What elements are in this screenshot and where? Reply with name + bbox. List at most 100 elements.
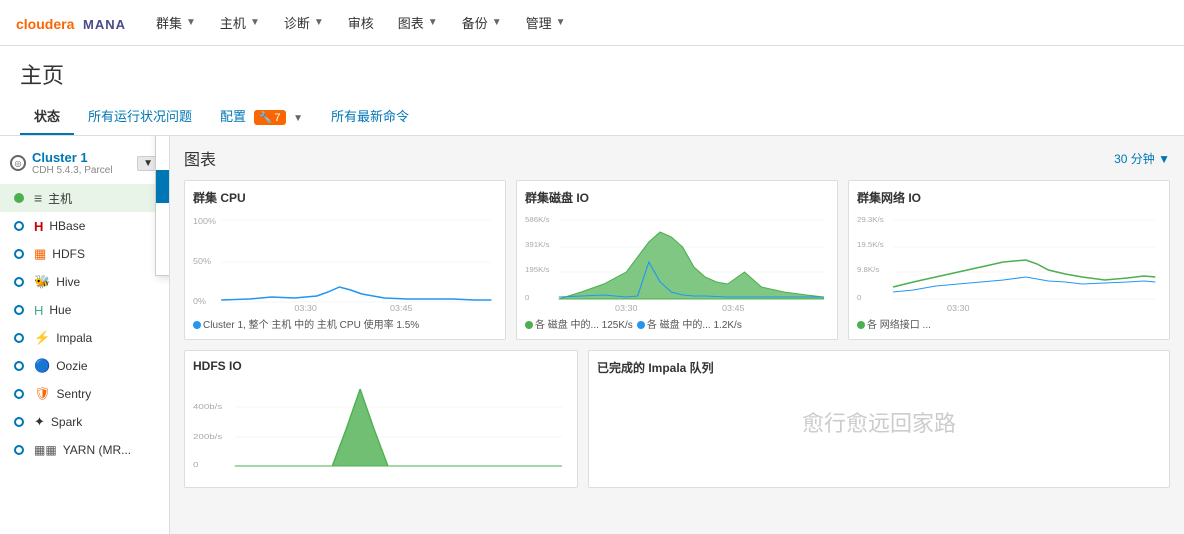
sidebar-item-spark[interactable]: ✦ Spark <box>0 408 169 436</box>
hdfs-status-icon <box>10 245 28 263</box>
sidebar: ◎ Cluster 1 CDH 5.4.3, Parcel ▼ ≡ 主机 H H… <box>0 136 170 534</box>
tabs-bar: 状态 所有运行状况问题 配置 🔧 7 ▼ 所有最新命令 <box>20 98 1164 135</box>
spark-icon: ✦ <box>34 414 45 430</box>
chart-disk-svg: 586K/s 391K/s 195K/s 0 03:30 03:45 <box>525 212 829 312</box>
svg-text:586K/s: 586K/s <box>525 215 550 223</box>
config-badge: 🔧 7 <box>254 110 286 125</box>
tab-commands[interactable]: 所有最新命令 <box>317 98 423 135</box>
sidebar-item-sentry[interactable]: 🛡 Sentry <box>0 380 169 408</box>
nav-backup[interactable]: 备份 ▼ <box>452 0 512 46</box>
impala-status-icon <box>10 329 28 347</box>
chart-hdfs-title: HDFS IO <box>193 359 569 373</box>
sentry-icon: 🛡 <box>34 386 51 402</box>
cluster-header: ◎ Cluster 1 CDH 5.4.3, Parcel ▼ <box>0 146 169 180</box>
sidebar-item-hue[interactable]: H Hue <box>0 296 169 324</box>
nav-hosts-caret: ▼ <box>250 17 260 28</box>
svg-text:03:45: 03:45 <box>390 303 413 312</box>
oozie-icon: 🔵 <box>34 358 50 374</box>
chart-cpu-svg: 100% 50% 0% 03:30 03:45 <box>193 212 497 312</box>
chart-network-legend: 各 网络接口 ... <box>857 316 1161 331</box>
sidebar-item-yarn[interactable]: ▦▦ YARN (MR... <box>0 436 169 464</box>
chart-impala-title: 已完成的 Impala 队列 <box>597 359 1161 376</box>
nav-cluster-caret: ▼ <box>186 17 196 28</box>
charts-row-1: 群集 CPU 100% 50% 0% 03:30 03:45 <box>184 180 1170 340</box>
svg-text:100%: 100% <box>193 216 216 225</box>
logo: cloudera MANAGER <box>16 9 126 37</box>
chart-network-wrapper: 29.3K/s 19.5K/s 9.8K/s 0 03:30 <box>857 212 1161 312</box>
page-title: 主页 <box>20 58 1164 90</box>
menu-refresh-pools[interactable]: 刷新动态资源池 <box>156 236 170 269</box>
menu-refresh-cluster[interactable]: 刷新群集 <box>156 203 170 236</box>
menu-deploy-kerberos[interactable]: 部署 Kerberos 客户端配置 <box>156 136 170 170</box>
chart-hdfs-wrapper: 400b/s 200b/s 0 <box>193 379 569 479</box>
sidebar-item-hdfs[interactable]: ▦ HDFS <box>0 240 169 268</box>
nav-hosts[interactable]: 主机 ▼ <box>210 0 270 46</box>
svg-text:400b/s: 400b/s <box>193 402 222 410</box>
svg-text:cloudera: cloudera <box>16 16 75 32</box>
chart-hdfs-svg: 400b/s 200b/s 0 <box>193 379 569 479</box>
tab-health[interactable]: 所有运行状况问题 <box>74 98 206 135</box>
sidebar-item-impala[interactable]: ⚡ Impala <box>0 324 169 352</box>
chart-cpu: 群集 CPU 100% 50% 0% 03:30 03:45 <box>184 180 506 340</box>
sidebar-item-hive[interactable]: 🐝 Hive <box>0 268 169 296</box>
hbase-icon: H <box>34 219 43 234</box>
tab-config[interactable]: 配置 🔧 7 ▼ <box>206 98 317 135</box>
nav-diagnostics[interactable]: 诊断 ▼ <box>274 0 334 46</box>
chart-network-title: 群集网络 IO <box>857 189 1161 206</box>
host-status-icon <box>10 189 28 207</box>
nav-audit[interactable]: 审核 <box>338 0 384 46</box>
svg-text:200b/s: 200b/s <box>193 432 222 440</box>
yarn-icon: ▦▦ <box>34 443 57 457</box>
chart-network-svg: 29.3K/s 19.5K/s 9.8K/s 0 03:30 <box>857 212 1161 312</box>
hue-icon: H <box>34 303 43 318</box>
dropdown-container: ≡ 主机 H HBase ▦ HDFS 🐝 Hive H Hue <box>0 184 169 464</box>
svg-text:29.3K/s: 29.3K/s <box>857 215 884 223</box>
hive-status-icon <box>10 273 28 291</box>
chart-cpu-wrapper: 100% 50% 0% 03:30 03:45 <box>193 212 497 312</box>
config-caret: ▼ <box>293 113 303 124</box>
svg-text:03:30: 03:30 <box>615 303 638 312</box>
chart-cpu-title: 群集 CPU <box>193 189 497 206</box>
charts-header: 图表 30 分钟 ▼ <box>184 146 1170 170</box>
wrench-icon: 🔧 <box>259 111 273 124</box>
charts-area-title: 图表 <box>184 146 216 170</box>
page-header: 主页 状态 所有运行状况问题 配置 🔧 7 ▼ 所有最新命令 <box>0 46 1184 136</box>
tab-status[interactable]: 状态 <box>20 98 74 135</box>
chart-impala-wrapper: 愈行愈远回家路 <box>597 382 1161 462</box>
sidebar-item-oozie[interactable]: 🔵 Oozie <box>0 352 169 380</box>
svg-text:0: 0 <box>857 293 861 301</box>
sidebar-item-hosts[interactable]: ≡ 主机 <box>0 184 169 212</box>
dropdown-menu: 添加服务 启动 停止 重启 滚动重启 部署客户端配置 <box>155 136 170 276</box>
nav-backup-caret: ▼ <box>492 17 502 28</box>
nav-charts[interactable]: 图表 ▼ <box>388 0 448 46</box>
svg-text:0: 0 <box>525 293 529 301</box>
time-selector[interactable]: 30 分钟 ▼ <box>1114 150 1170 167</box>
svg-text:9.8K/s: 9.8K/s <box>857 265 880 273</box>
menu-upgrade[interactable]: 升级群集 <box>156 170 170 203</box>
navbar: cloudera MANAGER 群集 ▼ 主机 ▼ 诊断 ▼ 审核 图表 ▼ … <box>0 0 1184 46</box>
nav-cluster[interactable]: 群集 ▼ <box>146 0 206 46</box>
chart-impala-empty: 愈行愈远回家路 <box>597 382 1161 462</box>
svg-text:0: 0 <box>193 460 199 468</box>
nav-admin[interactable]: 管理 ▼ <box>516 0 576 46</box>
impala-icon: ⚡ <box>34 330 50 346</box>
chart-cpu-legend: Cluster 1, 整个 主机 中的 主机 CPU 使用率 1.5% <box>193 316 497 331</box>
charts-area: 图表 30 分钟 ▼ 群集 CPU 100% 50% 0% <box>170 136 1184 534</box>
cluster-icon: ◎ <box>10 155 26 171</box>
nav-admin-caret: ▼ <box>556 17 566 28</box>
oozie-status-icon <box>10 357 28 375</box>
hive-icon: 🐝 <box>34 274 50 290</box>
svg-text:195K/s: 195K/s <box>525 265 550 273</box>
chart-impala: 已完成的 Impala 队列 愈行愈远回家路 <box>588 350 1170 488</box>
chart-hdfs-io: HDFS IO 400b/s 200b/s 0 <box>184 350 578 488</box>
svg-text:03:30: 03:30 <box>947 303 970 312</box>
sidebar-item-hbase[interactable]: H HBase <box>0 212 169 240</box>
nav-diagnostics-caret: ▼ <box>314 17 324 28</box>
sentry-status-icon <box>10 385 28 403</box>
nav-charts-caret: ▼ <box>428 17 438 28</box>
chart-network-io: 群集网络 IO 29.3K/s 19.5K/s 9.8K/s 0 <box>848 180 1170 340</box>
cluster-name: Cluster 1 <box>32 150 113 165</box>
svg-text:50%: 50% <box>193 256 211 265</box>
svg-text:03:30: 03:30 <box>294 303 317 312</box>
chart-disk-io: 群集磁盘 IO 586K/s 391K/s 195K/s 0 <box>516 180 838 340</box>
